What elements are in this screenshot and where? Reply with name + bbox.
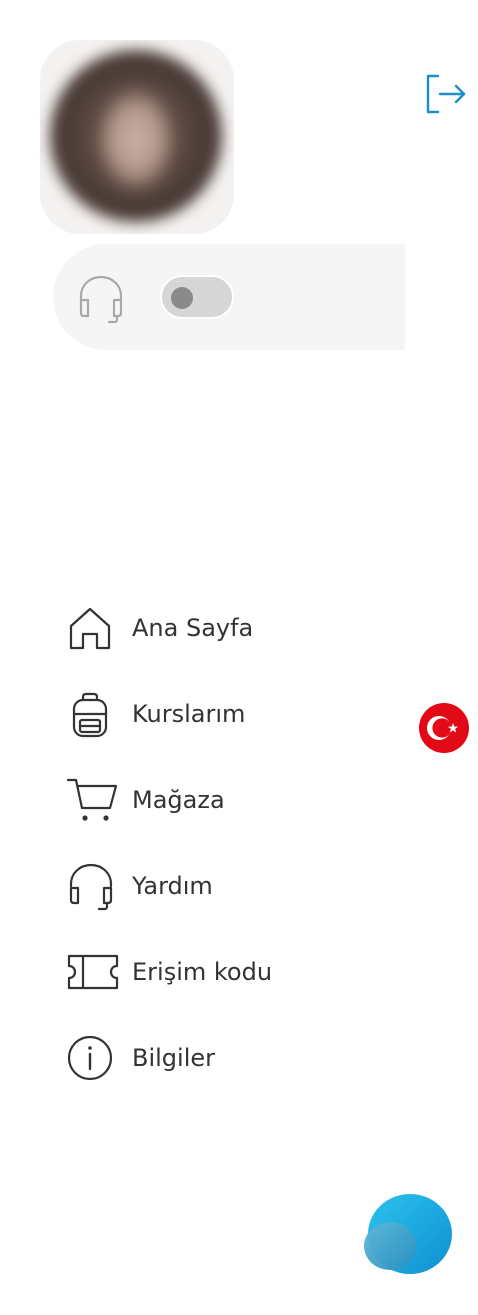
chat-fab[interactable] — [360, 1190, 456, 1276]
menu-item-label: Erişim kodu — [132, 958, 273, 986]
menu-item-home[interactable]: Ana Sayfa — [66, 585, 366, 671]
backpack-icon — [66, 685, 124, 743]
headset-icon — [66, 857, 124, 915]
menu-item-store[interactable]: Mağaza — [66, 757, 366, 843]
turkey-flag-icon — [419, 703, 469, 753]
main-menu: Ana Sayfa Kurslarım Mağaza Yardım Erişim… — [66, 585, 366, 1101]
avatar-photo — [50, 50, 222, 222]
ticket-icon — [66, 943, 124, 1001]
menu-item-label: Mağaza — [132, 786, 225, 814]
menu-item-label: Ana Sayfa — [132, 614, 254, 642]
menu-item-courses[interactable]: Kurslarım — [66, 671, 366, 757]
menu-item-help[interactable]: Yardım — [66, 843, 366, 929]
avatar[interactable] — [40, 40, 234, 234]
audio-toggle-panel — [53, 244, 405, 350]
logout-button[interactable] — [424, 72, 468, 116]
cart-icon — [66, 771, 124, 829]
menu-item-label: Bilgiler — [132, 1044, 216, 1072]
home-icon — [66, 599, 124, 657]
language-selector[interactable] — [419, 703, 469, 753]
audio-toggle-switch[interactable] — [160, 275, 234, 319]
menu-item-access-code[interactable]: Erişim kodu — [66, 929, 366, 1015]
logout-icon — [426, 74, 466, 114]
menu-item-label: Kurslarım — [132, 700, 246, 728]
info-icon — [66, 1029, 124, 1087]
toggle-knob — [171, 287, 193, 309]
chat-bubbles-icon — [364, 1194, 452, 1274]
menu-item-info[interactable]: Bilgiler — [66, 1015, 366, 1101]
headset-icon — [75, 272, 127, 324]
menu-item-label: Yardım — [132, 872, 213, 900]
